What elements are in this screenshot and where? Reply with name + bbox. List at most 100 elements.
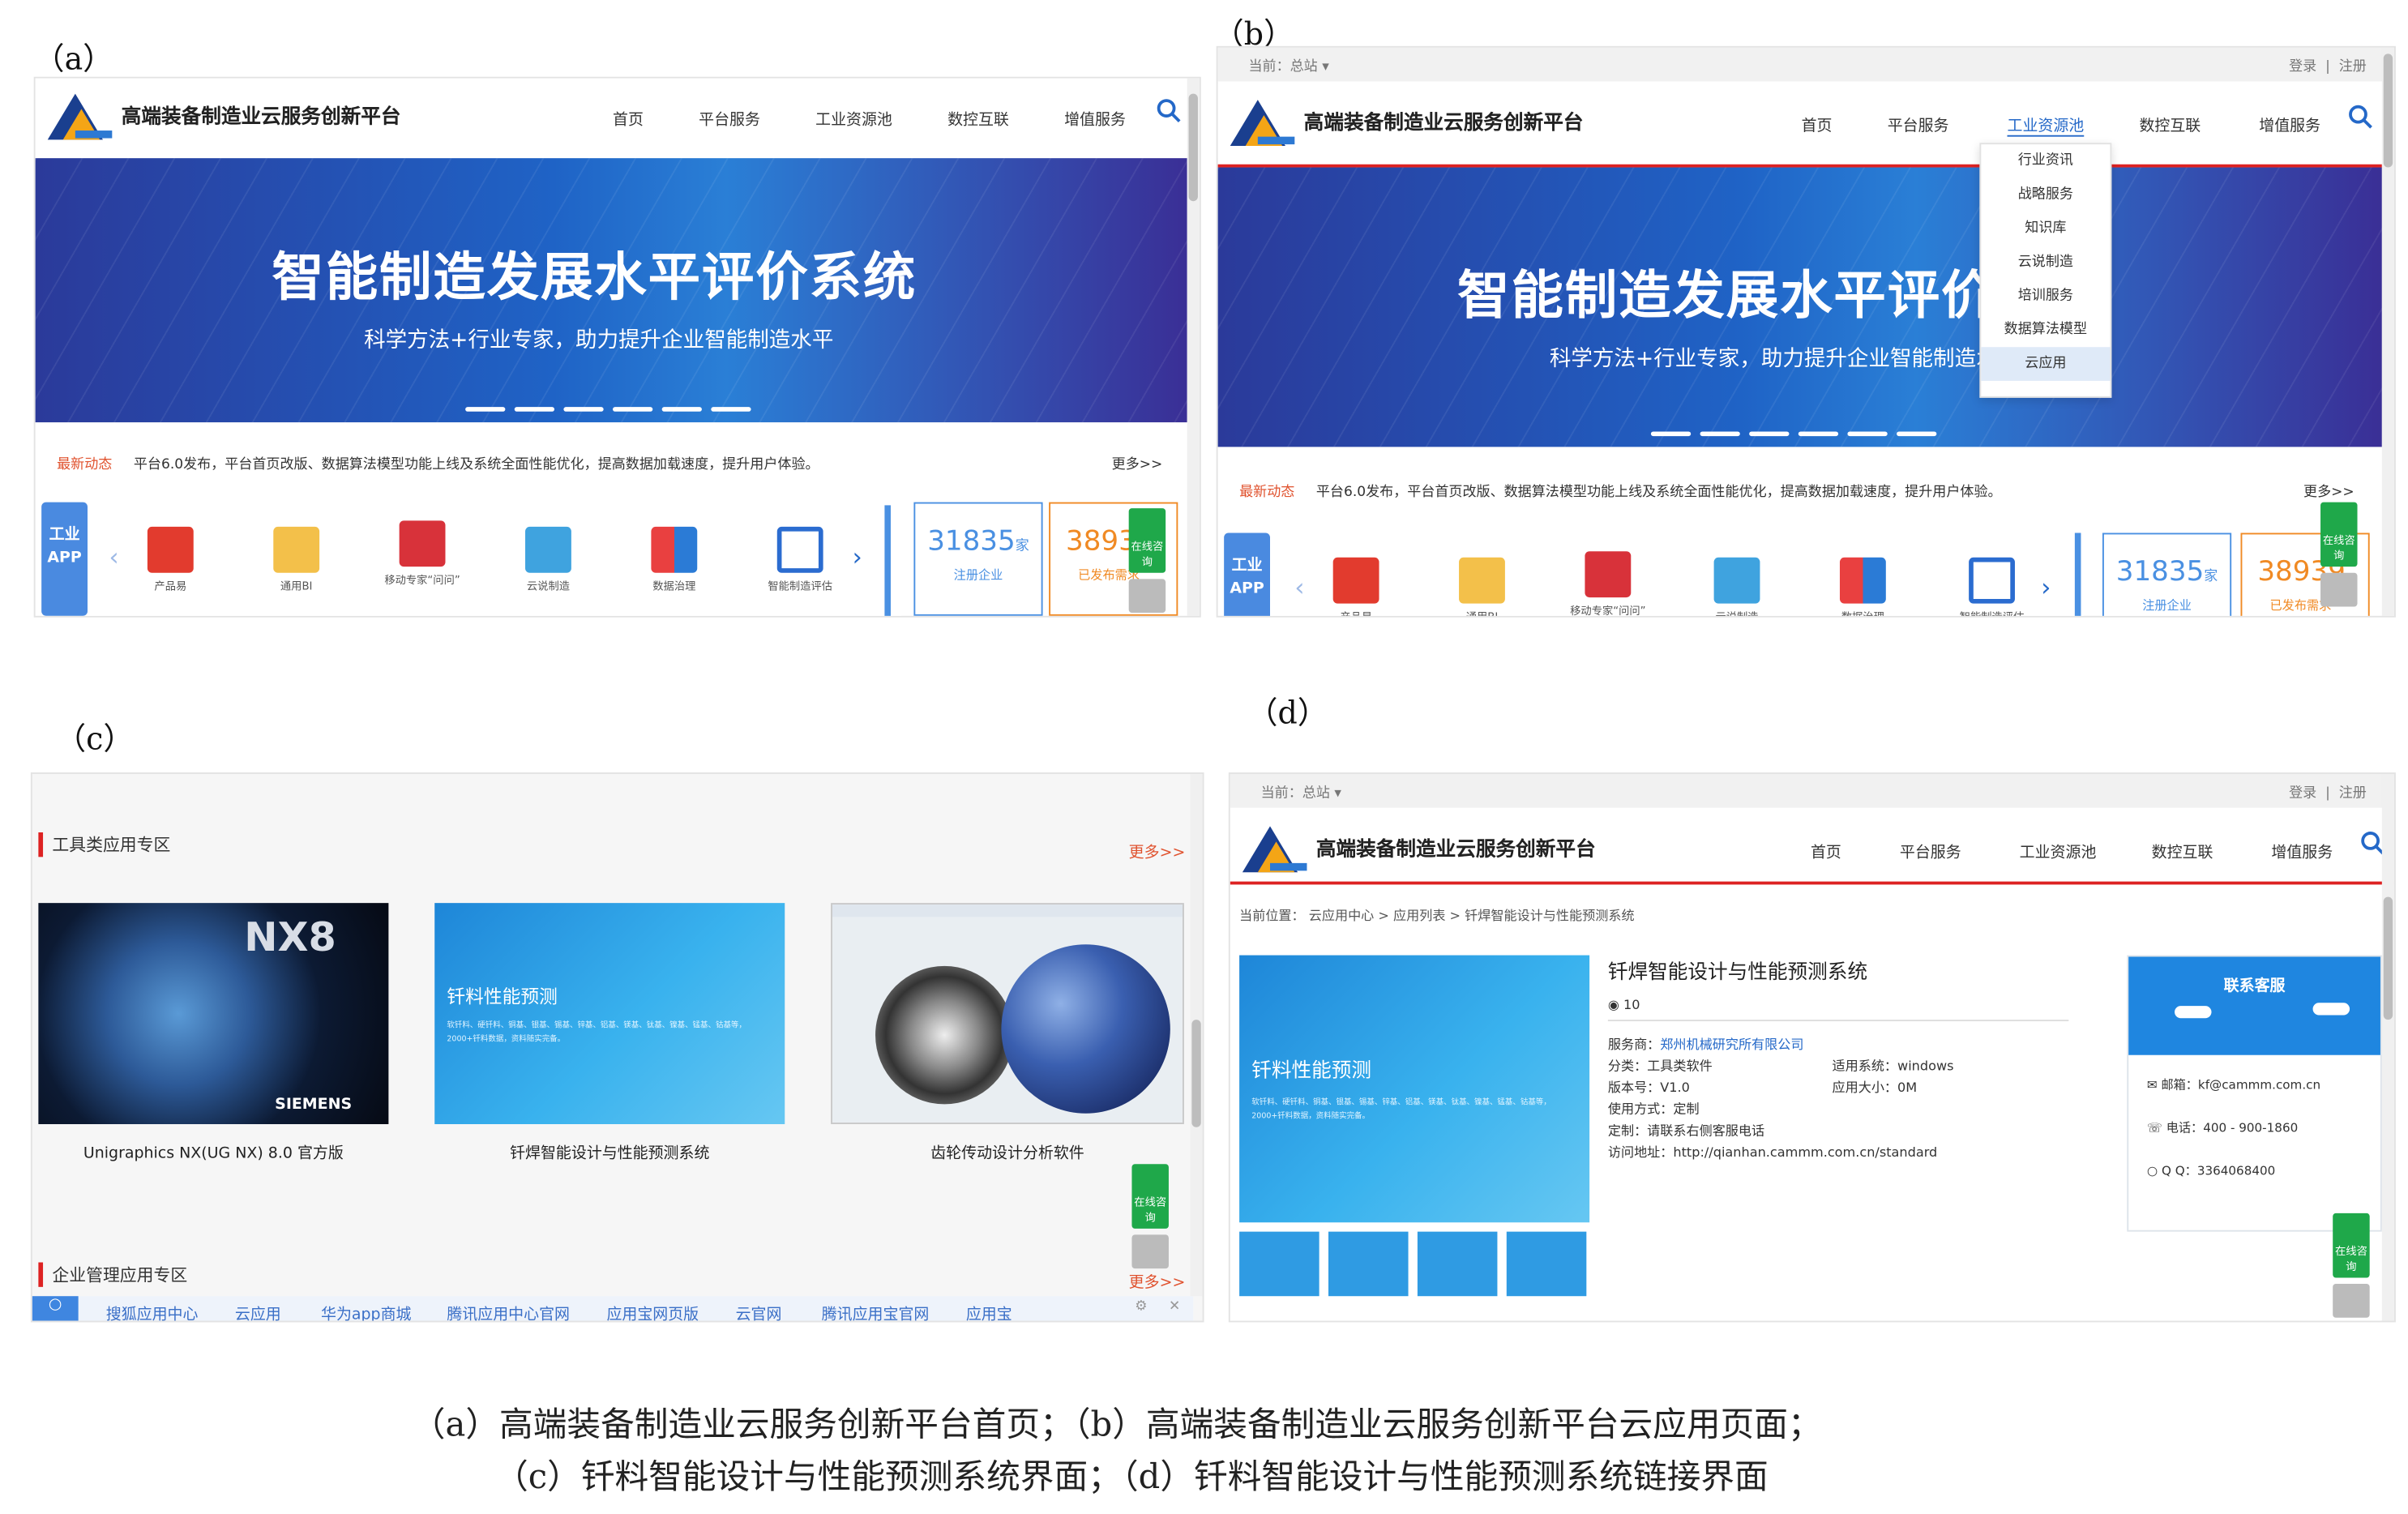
thumbnail[interactable] [1417, 1231, 1498, 1297]
app-card-name[interactable]: 钎焊智能设计与性能预测系统 [434, 1140, 785, 1163]
suggestion-link[interactable]: 搜狐应用中心 [106, 1301, 199, 1320]
online-consult-button[interactable]: 在线咨询 [2333, 1212, 2370, 1278]
suggestion-link[interactable]: 腾讯应用中心官网 [447, 1301, 570, 1320]
settings-icon[interactable]: ⚙ [1135, 1299, 1147, 1315]
app-item[interactable]: 产品易 [124, 526, 216, 594]
scrollbar[interactable] [1187, 78, 1200, 616]
breadcrumb[interactable]: 当前位置： 云应用中心 > 应用列表 > 钎焊智能设计与性能预测系统 [1239, 906, 1634, 925]
news-ticker: 最新动态 平台6.0发布，平台首页改版、数据算法模型功能上线及系统全面性能优化，提… [1239, 481, 2355, 501]
hero-banner[interactable]: 智能制造发展水平评价系统 科学方法+行业专家，助力提升企业智能制造水平 [1217, 164, 2382, 447]
nav-resource-pool[interactable]: 工业资源池 [2020, 839, 2097, 862]
online-consult-button[interactable]: 在线咨询 [1131, 1164, 1169, 1229]
dropdown-item[interactable]: 知识库 [1981, 212, 2110, 246]
news-text[interactable]: 平台6.0发布，平台首页改版、数据算法模型功能上线及系统全面性能优化，提高数据加… [1316, 485, 2002, 501]
nav-cnc-connect[interactable]: 数控互联 [2139, 112, 2201, 135]
provider-link[interactable]: 郑州机械研究所有限公司 [1660, 1038, 1803, 1054]
site-title: 高端装备制造业云服务创新平台 [1303, 112, 1584, 135]
app-item[interactable]: 智能制造评估 [1946, 557, 2038, 616]
access-address[interactable]: 访问地址：http://qianhan.cammm.com.cn/standar… [1608, 1143, 1937, 1161]
current-site[interactable]: 当前：总站 ▾ [1248, 55, 1328, 75]
online-consult-button[interactable]: 在线咨询 [2320, 502, 2358, 567]
news-more-link[interactable]: 更多>> [1112, 453, 1163, 473]
tools-more-link[interactable]: 更多>> [1129, 839, 1186, 862]
scrollbar[interactable] [1190, 773, 1203, 1297]
suggestion-link[interactable]: 云应用 [235, 1301, 281, 1320]
nav-home[interactable]: 首页 [613, 106, 644, 129]
app-bar: 工业APP ‹ 产品易 通用BI 移动专家“问问” 云说制造 数据治理 智能制造… [41, 502, 902, 616]
nav-platform-service[interactable]: 平台服务 [1888, 112, 1949, 135]
app-card-brazing[interactable]: 钎料性能预测 软钎料、硬钎料、铜基、银基、锡基、锌基、铝基、镁基、钛基、镍基、锰… [434, 903, 785, 1124]
search-icon[interactable]: ○ [32, 1296, 79, 1321]
nav-value-added[interactable]: 增值服务 [2259, 112, 2320, 135]
app-item[interactable]: 移动专家“问问” [1562, 551, 1654, 616]
app-item[interactable]: 云说制造 [1691, 557, 1783, 616]
app-size: 应用大小：0M [1832, 1080, 1918, 1097]
nav-platform-service[interactable]: 平台服务 [699, 106, 760, 129]
scrollbar[interactable] [2381, 47, 2394, 616]
cube-icon[interactable] [1131, 1234, 1169, 1269]
dropdown-item[interactable]: 云说制造 [1981, 246, 2110, 280]
nav-resource-pool[interactable]: 工业资源池 [815, 106, 892, 129]
login-link[interactable]: 登录 [2289, 786, 2316, 802]
dropdown-item[interactable]: 数据算法模型 [1981, 314, 2110, 348]
dropdown-item-cloud-app[interactable]: 云应用 [1981, 347, 2111, 381]
suggestion-link[interactable]: 华为app商城 [321, 1301, 411, 1320]
cube-icon[interactable] [2333, 1284, 2370, 1318]
prev-arrow-icon[interactable]: ‹ [1294, 573, 1304, 602]
dropdown-item[interactable]: 培训服务 [1981, 280, 2110, 314]
nav-home[interactable]: 首页 [1802, 112, 1833, 135]
register-link[interactable]: 注册 [2339, 60, 2367, 75]
app-item[interactable]: 移动专家“问问” [376, 520, 468, 588]
suggestion-link[interactable]: 应用宝网页版 [606, 1301, 699, 1320]
cube-icon[interactable] [1128, 579, 1166, 614]
stat-registered-companies[interactable]: 31835家 注册企业 [2102, 532, 2232, 616]
next-arrow-icon[interactable]: › [853, 542, 862, 571]
scrollbar[interactable] [2381, 773, 2394, 1321]
app-card-name[interactable]: Unigraphics NX(UG NX) 8.0 官方版 [38, 1140, 388, 1163]
dropdown-item[interactable]: 战略服务 [1981, 178, 2110, 212]
hero-banner[interactable]: 智能制造发展水平评价系统 科学方法+行业专家，助力提升企业智能制造水平 [35, 158, 1187, 423]
news-more-link[interactable]: 更多>> [2303, 481, 2355, 501]
stat-registered-companies[interactable]: 31835家 注册企业 [913, 502, 1043, 616]
nav-value-added[interactable]: 增值服务 [2271, 839, 2333, 862]
prev-arrow-icon[interactable]: ‹ [109, 542, 119, 571]
app-item[interactable]: 智能制造评估 [754, 526, 846, 594]
app-card-gear[interactable] [831, 903, 1184, 1124]
thumbnail[interactable] [1328, 1231, 1409, 1297]
nav-resource-pool[interactable]: 工业资源池 [2007, 112, 2085, 137]
dropdown-item[interactable]: 行业资讯 [1981, 144, 2110, 178]
app-item[interactable]: 数据治理 [1817, 557, 1910, 616]
nav-value-added[interactable]: 增值服务 [1064, 106, 1126, 129]
thumbnail[interactable] [1239, 1231, 1319, 1297]
app-item[interactable]: 数据治理 [628, 526, 721, 594]
nav-home[interactable]: 首页 [1811, 839, 1841, 862]
close-icon[interactable]: ✕ [1169, 1299, 1180, 1315]
carousel-dots[interactable] [465, 407, 751, 412]
next-arrow-icon[interactable]: › [2041, 573, 2051, 602]
app-item[interactable]: 通用BI [250, 526, 343, 594]
cam-logo-icon [47, 93, 113, 140]
carousel-dots[interactable] [1650, 431, 1937, 437]
register-link[interactable]: 注册 [2339, 786, 2367, 802]
current-site[interactable]: 当前：总站 ▾ [1261, 781, 1341, 802]
login-link[interactable]: 登录 [2289, 60, 2316, 75]
suggestion-link[interactable]: 应用宝 [966, 1301, 1012, 1320]
search-icon[interactable] [1157, 98, 1181, 123]
nav-cnc-connect[interactable]: 数控互联 [947, 106, 1009, 129]
nav-cnc-connect[interactable]: 数控互联 [2152, 839, 2213, 862]
enterprise-more-link[interactable]: 更多>> [1129, 1268, 1186, 1292]
nav-platform-service[interactable]: 平台服务 [1900, 839, 1961, 862]
app-item[interactable]: 云说制造 [503, 526, 595, 594]
search-icon[interactable] [2348, 105, 2372, 129]
cube-icon[interactable] [2320, 572, 2358, 607]
suggestion-link[interactable]: 腾讯应用宝官网 [822, 1301, 930, 1320]
online-consult-button[interactable]: 在线咨询 [1128, 508, 1166, 573]
app-item[interactable]: 通用BI [1436, 557, 1529, 616]
app-preview-image[interactable]: 钎料性能预测 软钎料、硬钎料、铜基、银基、锡基、锌基、铝基、镁基、钛基、镍基、锰… [1239, 955, 1590, 1223]
app-card-name[interactable]: 齿轮传动设计分析软件 [831, 1140, 1184, 1163]
app-item[interactable]: 产品易 [1310, 557, 1402, 616]
suggestion-link[interactable]: 云官网 [736, 1301, 782, 1320]
news-text[interactable]: 平台6.0发布，平台首页改版、数据算法模型功能上线及系统全面性能优化，提高数据加… [134, 458, 819, 473]
thumbnail[interactable] [1506, 1231, 1587, 1297]
app-card-ugnx[interactable]: NX8 SIEMENS [38, 903, 389, 1124]
